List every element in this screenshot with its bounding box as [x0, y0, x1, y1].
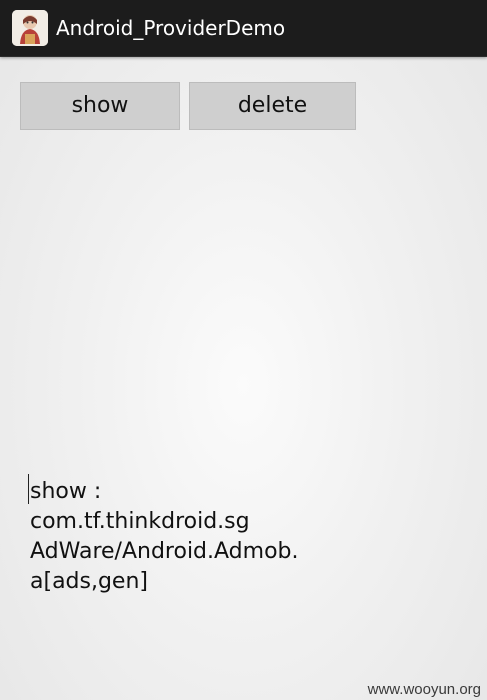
output-text[interactable]: show : com.tf.thinkdroid.sg AdWare/Android…: [30, 477, 360, 597]
output-line: a[ads,gen]: [30, 569, 148, 594]
output-line: com.tf.thinkdroid.sg: [30, 509, 250, 534]
app-avatar-icon: [12, 10, 48, 46]
delete-button[interactable]: delete: [189, 82, 356, 130]
output-line: AdWare/Android.Admob.: [30, 539, 299, 564]
action-bar: Android_ProviderDemo: [0, 0, 487, 57]
output-line: show :: [30, 479, 102, 504]
app-title: Android_ProviderDemo: [56, 16, 286, 40]
app-launcher-icon[interactable]: [12, 10, 48, 46]
show-button[interactable]: show: [20, 82, 180, 130]
text-cursor: [28, 474, 29, 504]
watermark: www.wooyun.org: [367, 681, 481, 698]
